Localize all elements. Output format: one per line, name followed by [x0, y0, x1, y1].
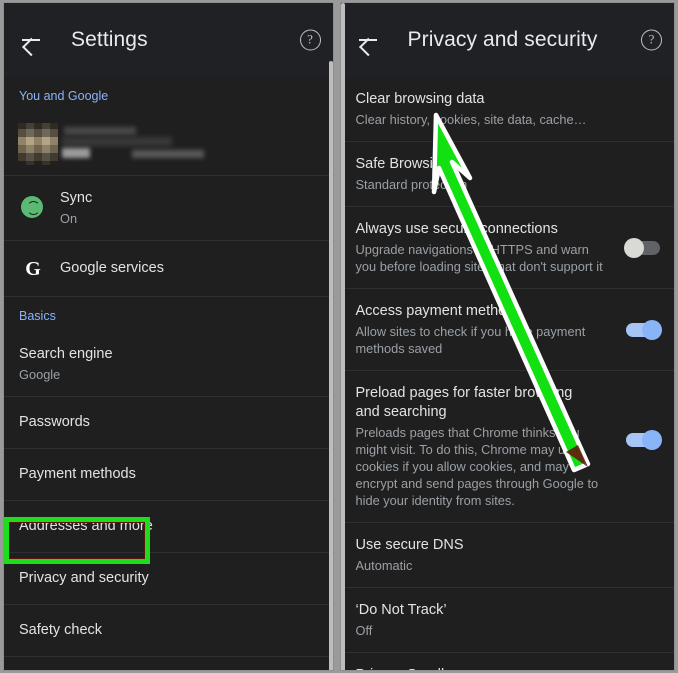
sidebar-item-payment-methods[interactable]: Payment methods	[4, 449, 333, 501]
setting-title: ‘Do Not Track’	[355, 602, 447, 618]
section-header-you-and-google: You and Google	[19, 89, 109, 103]
settings-appbar: Settings ?	[4, 3, 333, 77]
sidebar-item-label: Safety check	[19, 622, 103, 638]
setting-subtitle: Allow sites to check if you have payment…	[355, 324, 586, 356]
setting-title: Preload pages for faster browsing and se…	[355, 385, 573, 420]
sync-icon	[21, 196, 45, 220]
toggle-preload-pages[interactable]	[626, 430, 662, 451]
back-arrow-icon[interactable]	[355, 27, 381, 53]
setting-row-do-not-track[interactable]: ‘Do Not Track’ Off	[340, 588, 674, 653]
sidebar-item-notifications[interactable]: Notifications	[4, 657, 333, 670]
setting-title: Safe Browsing	[355, 156, 450, 172]
setting-title: Use secure DNS	[355, 537, 464, 553]
privacy-security-screen: Privacy and security ? Clear browsing da…	[339, 2, 675, 671]
back-arrow-icon[interactable]	[18, 27, 44, 53]
sidebar-item-safety-check[interactable]: Safety check	[4, 605, 333, 657]
sidebar-item-label: Google services	[60, 260, 164, 276]
sidebar-item-google-services[interactable]: G Google services	[4, 241, 333, 297]
setting-subtitle: Off	[355, 623, 373, 638]
avatar	[18, 123, 58, 165]
setting-title: Privacy Sandbox	[356, 666, 659, 670]
privacy-settings-list: Clear browsing data Clear history, cooki…	[340, 77, 674, 670]
toggle-access-payment-methods[interactable]	[626, 319, 662, 340]
help-circle-icon[interactable]: ?	[641, 29, 662, 51]
help-circle-icon[interactable]: ?	[299, 29, 321, 51]
settings-screen: Settings ? You and Google Sync On G Goog…	[3, 2, 334, 671]
privacy-appbar: Privacy and security ?	[340, 3, 674, 77]
sidebar-item-sublabel: Google	[19, 367, 61, 382]
privacy-scrollbar[interactable]	[340, 3, 345, 670]
setting-subtitle: Standard protection	[355, 177, 468, 192]
sidebar-item-label: Sync	[60, 190, 93, 206]
setting-row-access-payment-methods[interactable]: Access payment methods Allow sites to ch…	[340, 289, 674, 371]
setting-title: Clear browsing data	[355, 91, 485, 107]
setting-row-preload-pages[interactable]: Preload pages for faster browsing and se…	[340, 371, 674, 523]
sidebar-item-sublabel: On	[60, 211, 78, 226]
settings-list: You and Google Sync On G Google services	[4, 77, 333, 670]
setting-subtitle: Preloads pages that Chrome thinks you mi…	[355, 425, 599, 508]
screenshot-root: Settings ? You and Google Sync On G Goog…	[0, 0, 678, 673]
account-email-redacted-2	[132, 150, 204, 158]
settings-scrollbar[interactable]	[328, 61, 333, 670]
sidebar-item-label: Privacy and security	[19, 570, 149, 586]
sidebar-item-privacy-and-security[interactable]: Privacy and security	[4, 553, 333, 605]
setting-subtitle: Upgrade navigations to HTTPS and warn yo…	[355, 242, 603, 274]
sidebar-item-passwords[interactable]: Passwords	[4, 397, 333, 449]
setting-subtitle: Clear history, cookies, site data, cache…	[355, 112, 587, 127]
sidebar-item-addresses-and-more[interactable]: Addresses and more	[4, 501, 333, 553]
setting-row-clear-browsing-data[interactable]: Clear browsing data Clear history, cooki…	[340, 77, 674, 142]
account-row[interactable]	[4, 112, 333, 176]
page-title: Privacy and security	[407, 28, 598, 51]
account-name-redacted	[64, 127, 136, 135]
sidebar-item-sync[interactable]: Sync On	[4, 176, 333, 241]
sidebar-item-search-engine[interactable]: Search engine Google	[4, 332, 333, 397]
setting-title: Access payment methods	[355, 303, 522, 319]
account-email-redacted	[62, 148, 90, 158]
account-name-redacted-2	[62, 137, 172, 146]
google-g-icon: G	[25, 257, 41, 280]
setting-row-always-use-secure-connections[interactable]: Always use secure connections Upgrade na…	[340, 207, 674, 289]
toggle-always-use-secure-connections[interactable]	[624, 237, 660, 258]
setting-subtitle: Automatic	[355, 558, 413, 573]
page-title: Settings	[71, 28, 148, 51]
setting-row-safe-browsing[interactable]: Safe Browsing Standard protection	[340, 142, 674, 207]
setting-row-use-secure-dns[interactable]: Use secure DNS Automatic	[340, 523, 674, 588]
sidebar-item-label: Addresses and more	[19, 518, 153, 534]
setting-title: Always use secure connections	[355, 221, 558, 237]
sidebar-item-label: Passwords	[19, 414, 90, 430]
setting-row-privacy-sandbox[interactable]: Privacy Sandbox Trial features are on	[341, 653, 674, 670]
sidebar-item-label: Search engine	[19, 346, 113, 362]
sidebar-item-label: Payment methods	[19, 466, 136, 482]
section-header-basics: Basics	[19, 309, 56, 323]
